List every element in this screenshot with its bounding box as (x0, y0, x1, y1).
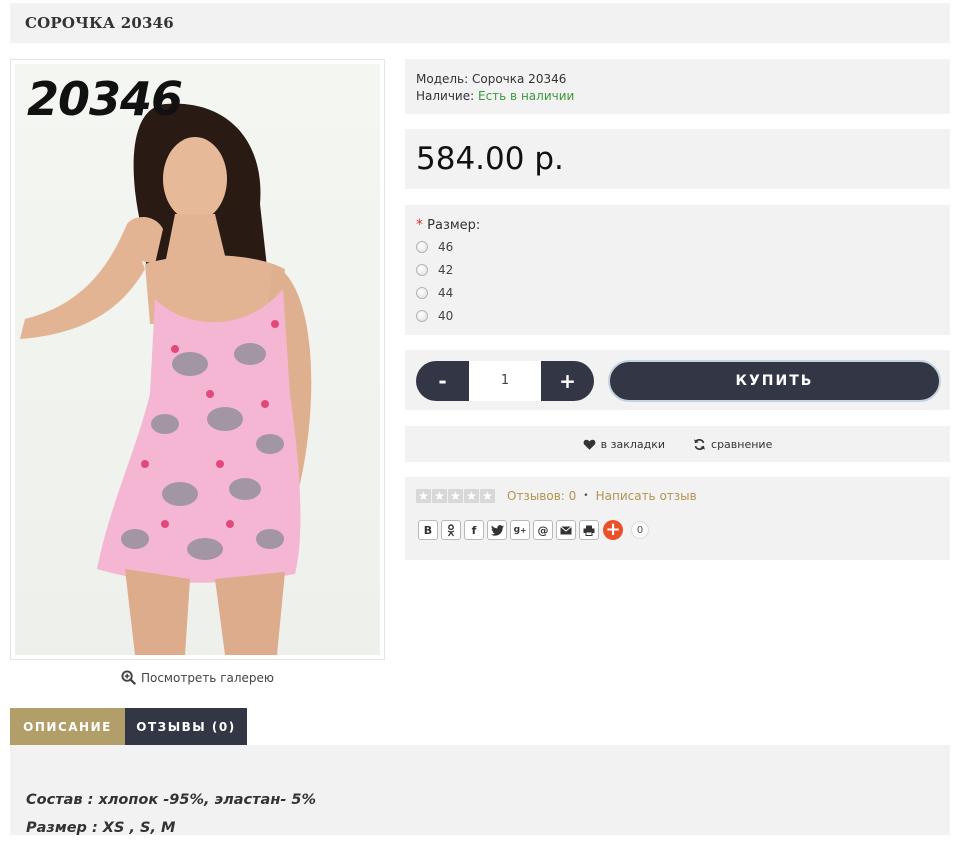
product-tabs: ОПИСАНИЕ ОТЗЫВЫ (0) (10, 708, 247, 745)
description-content: Состав : хлопок -95%, эластан- 5% Размер… (10, 745, 950, 836)
size-radio[interactable] (416, 240, 428, 253)
rating-row: ★ ★ ★ ★ ★ Отзывов: 0 • Написать отзыв (416, 489, 939, 503)
compare-label: сравнение (711, 437, 773, 451)
quantity-decrease-button[interactable]: - (416, 361, 469, 401)
product-image-number: 20346 (27, 72, 183, 126)
size-options-panel: * Размер: 46 42 44 40 (405, 205, 950, 335)
quantity-increase-button[interactable]: + (541, 361, 594, 401)
size-option-label: 42 (438, 262, 454, 277)
availability-row: Наличие: Есть в наличии (416, 88, 939, 105)
star-icon: ★ (480, 489, 495, 503)
size-radio[interactable] (416, 286, 428, 299)
odnoklassniki-share-icon[interactable] (441, 520, 461, 540)
vkontakte-share-icon[interactable]: B (418, 520, 438, 540)
star-icon: ★ (448, 489, 463, 503)
size-option[interactable]: 46 (416, 235, 939, 258)
product-title-bar: СОРОЧКА 20346 (10, 3, 950, 43)
wishlist-label: в закладки (600, 437, 666, 451)
size-option[interactable]: 42 (416, 258, 939, 281)
mail-ru-share-icon[interactable]: @ (533, 520, 553, 540)
reviews-share-panel: ★ ★ ★ ★ ★ Отзывов: 0 • Написать отзыв B … (405, 477, 950, 560)
size-option-label: 46 (438, 239, 454, 254)
compare-link[interactable]: сравнение (693, 438, 772, 451)
facebook-share-icon[interactable]: f (464, 520, 484, 540)
gallery-link[interactable]: Посмотреть галерею (10, 670, 385, 685)
model-photo-illustration (20, 103, 312, 655)
quantity-stepper: - 1 + (416, 361, 594, 401)
rating-stars: ★ ★ ★ ★ ★ (416, 489, 495, 503)
description-line: Состав : хлопок -95%, эластан- 5% (26, 792, 317, 808)
model-row: Модель: Сорочка 20346 (416, 71, 939, 88)
write-review-link[interactable]: Написать отзыв (596, 489, 697, 503)
availability-value: Есть в наличии (478, 89, 575, 103)
more-share-icon[interactable]: + (603, 520, 623, 540)
product-price: 584.00 р. (416, 141, 564, 177)
heart-icon (583, 439, 596, 450)
star-icon: ★ (432, 489, 447, 503)
description-line: Размер : XS , S, M (26, 820, 176, 836)
tab-reviews[interactable]: ОТЗЫВЫ (0) (125, 708, 247, 745)
product-actions-panel: в закладки сравнение (405, 426, 950, 462)
page-title: СОРОЧКА 20346 (25, 14, 174, 32)
cart-panel: - 1 + КУПИТЬ (405, 350, 950, 410)
product-info-panel: Модель: Сорочка 20346 Наличие: Есть в на… (405, 59, 950, 114)
share-buttons: B f g + @ + 0 (418, 520, 939, 540)
wishlist-link[interactable]: в закладки (583, 438, 665, 451)
email-share-icon[interactable] (556, 520, 576, 540)
size-radio[interactable] (416, 309, 428, 322)
quantity-input[interactable]: 1 (469, 361, 541, 401)
size-label-row: * Размер: (416, 217, 939, 233)
size-label: Размер: (427, 218, 481, 233)
refresh-icon (694, 438, 705, 450)
product-photo: 20346 (15, 64, 380, 655)
zoom-in-icon (121, 670, 136, 685)
model-label: Модель: (416, 72, 469, 86)
print-icon[interactable] (579, 520, 599, 540)
gallery-link-label: Посмотреть галерею (140, 670, 275, 685)
availability-label: Наличие: (416, 89, 475, 103)
size-option[interactable]: 44 (416, 281, 939, 304)
price-panel: 584.00 р. (405, 129, 950, 189)
required-mark: * (416, 217, 423, 233)
tab-description[interactable]: ОПИСАНИЕ (10, 708, 125, 745)
size-option[interactable]: 40 (416, 304, 939, 327)
star-icon: ★ (416, 489, 431, 503)
separator-dot: • (583, 491, 589, 501)
reviews-count-link[interactable]: Отзывов: 0 (507, 489, 576, 503)
buy-button[interactable]: КУПИТЬ (608, 360, 941, 402)
product-image[interactable]: 20346 (10, 59, 385, 660)
share-count: 0 (631, 521, 649, 539)
size-option-label: 44 (438, 285, 454, 300)
size-radio[interactable] (416, 263, 428, 276)
size-option-label: 40 (438, 308, 454, 323)
google-plus-share-icon[interactable]: g + (510, 520, 530, 540)
twitter-share-icon[interactable] (487, 520, 507, 540)
model-value: Сорочка 20346 (472, 72, 567, 86)
star-icon: ★ (464, 489, 479, 503)
